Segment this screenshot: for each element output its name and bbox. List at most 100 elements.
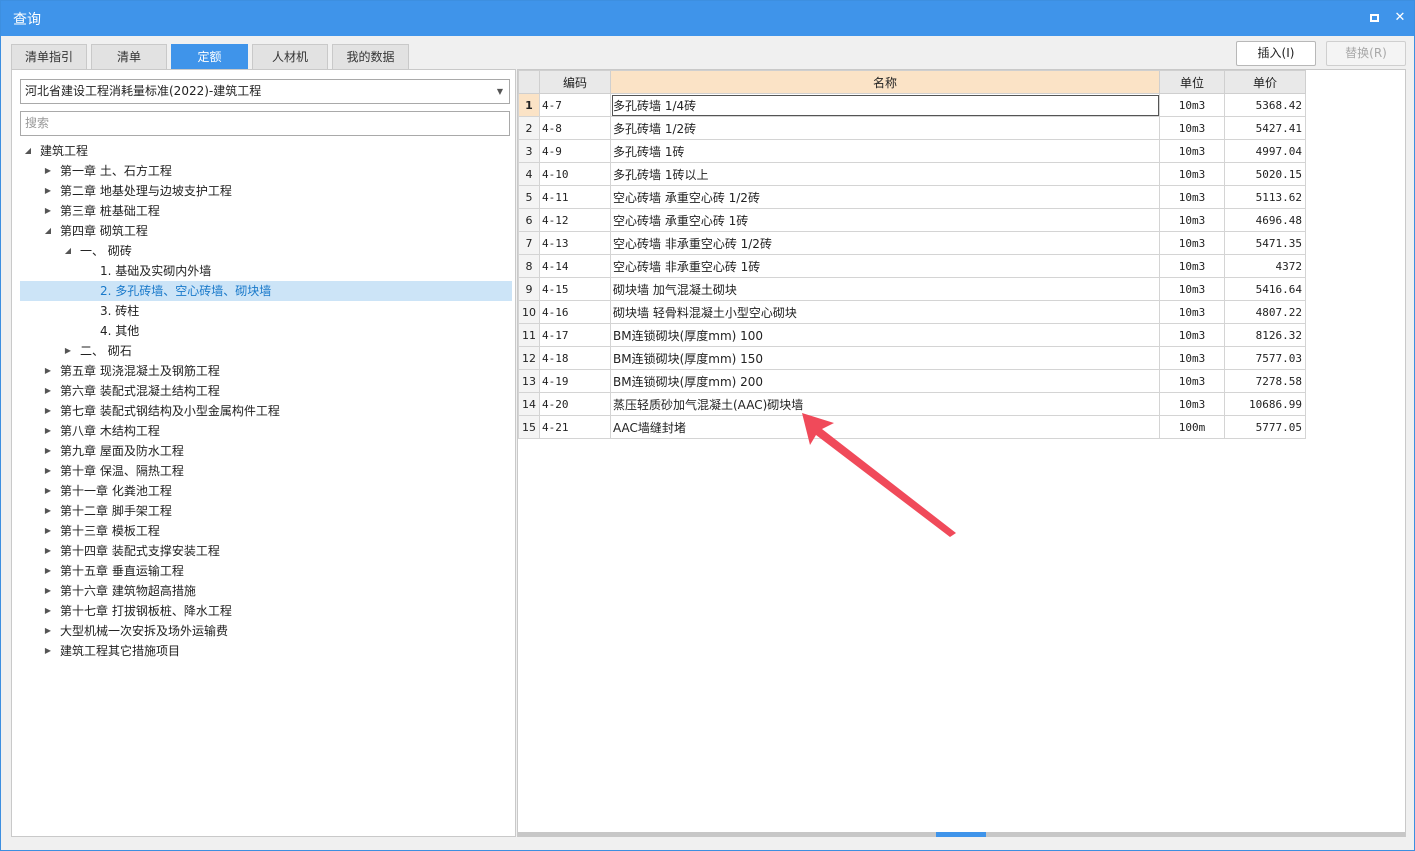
price-cell[interactable]: 4807.22 [1224,300,1306,324]
expand-triangle-icon[interactable]: ◢ [62,241,74,261]
collapse-triangle-icon[interactable]: ▶ [42,381,54,401]
row-number-cell[interactable]: 12 [518,346,540,370]
unit-cell[interactable]: 10m3 [1159,208,1225,232]
price-cell[interactable]: 7278.58 [1224,369,1306,393]
price-cell[interactable]: 5416.64 [1224,277,1306,301]
close-icon[interactable]: ✕ [1391,9,1409,27]
unit-cell[interactable]: 10m3 [1159,323,1225,347]
name-cell[interactable]: 多孔砖墙 1/2砖 [610,116,1160,140]
table-row[interactable]: 10 4-16 砌块墙 轻骨料混凝土小型空心砌块 10m3 4807.22 [518,300,1306,324]
tree-item[interactable]: ▶ 第三章 桩基础工程 [20,201,512,221]
row-number-cell[interactable]: 7 [518,231,540,255]
name-cell[interactable]: BM连锁砌块(厚度mm) 200 [610,369,1160,393]
code-cell[interactable]: 4-17 [539,323,611,347]
table-row[interactable]: 14 4-20 蒸压轻质砂加气混凝土(AAC)砌块墙 10m3 10686.99 [518,392,1306,416]
unit-cell[interactable]: 10m3 [1159,300,1225,324]
name-cell[interactable]: 砌块墙 轻骨料混凝土小型空心砌块 [610,300,1160,324]
tab-bill-guide[interactable]: 清单指引 [11,44,87,69]
code-cell[interactable]: 4-8 [539,116,611,140]
row-number-cell[interactable]: 1 [518,93,540,117]
name-cell[interactable]: 多孔砖墙 1砖 [610,139,1160,163]
tree-item[interactable]: 4. 其他 [20,321,512,341]
unit-cell[interactable]: 10m3 [1159,116,1225,140]
tree-item[interactable]: ◢ 一、 砌砖 [20,241,512,261]
header-name[interactable]: 名称 [610,70,1160,94]
unit-cell[interactable]: 10m3 [1159,139,1225,163]
table-row[interactable]: 8 4-14 空心砖墙 非承重空心砖 1砖 10m3 4372 [518,254,1306,278]
table-row[interactable]: 9 4-15 砌块墙 加气混凝土砌块 10m3 5416.64 [518,277,1306,301]
tree-item[interactable]: ▶ 第八章 木结构工程 [20,421,512,441]
name-cell[interactable]: 多孔砖墙 1砖以上 [610,162,1160,186]
row-number-cell[interactable]: 15 [518,415,540,439]
tree-item[interactable]: ▶ 二、 砌石 [20,341,512,361]
code-cell[interactable]: 4-13 [539,231,611,255]
collapse-triangle-icon[interactable]: ▶ [42,541,54,561]
name-cell[interactable]: 空心砖墙 承重空心砖 1/2砖 [610,185,1160,209]
expand-triangle-icon[interactable]: ◢ [22,141,34,161]
table-row[interactable]: 11 4-17 BM连锁砌块(厚度mm) 100 10m3 8126.32 [518,323,1306,347]
unit-cell[interactable]: 10m3 [1159,346,1225,370]
table-row[interactable]: 15 4-21 AAC墙缝封堵 100m 5777.05 [518,415,1306,439]
row-number-cell[interactable]: 14 [518,392,540,416]
collapse-triangle-icon[interactable]: ▶ [62,341,74,361]
name-cell[interactable]: 空心砖墙 非承重空心砖 1砖 [610,254,1160,278]
unit-cell[interactable]: 10m3 [1159,369,1225,393]
tree-item[interactable]: ▶ 第十六章 建筑物超高措施 [20,581,512,601]
search-input[interactable]: 搜索 [20,111,510,136]
collapse-triangle-icon[interactable]: ▶ [42,581,54,601]
replace-button[interactable]: 替换(R) [1326,41,1406,66]
table-row[interactable]: 12 4-18 BM连锁砌块(厚度mm) 150 10m3 7577.03 [518,346,1306,370]
tree-item[interactable]: ▶ 第五章 现浇混凝土及钢筋工程 [20,361,512,381]
tab-quota[interactable]: 定额 [171,44,248,69]
collapse-triangle-icon[interactable]: ▶ [42,201,54,221]
tree-item[interactable]: ▶ 第十章 保温、隔热工程 [20,461,512,481]
tab-my-data[interactable]: 我的数据 [332,44,409,69]
price-cell[interactable]: 5020.15 [1224,162,1306,186]
tree-item[interactable]: ▶ 第十二章 脚手架工程 [20,501,512,521]
table-row[interactable]: 2 4-8 多孔砖墙 1/2砖 10m3 5427.41 [518,116,1306,140]
tree-item[interactable]: 3. 砖柱 [20,301,512,321]
tree-item[interactable]: ◢ 第四章 砌筑工程 [20,221,512,241]
code-cell[interactable]: 4-19 [539,369,611,393]
code-cell[interactable]: 4-15 [539,277,611,301]
tree-item[interactable]: 1. 基础及实砌内外墙 [20,261,512,281]
row-number-cell[interactable]: 9 [518,277,540,301]
tree-item[interactable]: ▶ 第二章 地基处理与边坡支护工程 [20,181,512,201]
price-cell[interactable]: 4696.48 [1224,208,1306,232]
code-cell[interactable]: 4-10 [539,162,611,186]
name-cell[interactable]: BM连锁砌块(厚度mm) 100 [610,323,1160,347]
table-row[interactable]: 7 4-13 空心砖墙 非承重空心砖 1/2砖 10m3 5471.35 [518,231,1306,255]
unit-cell[interactable]: 10m3 [1159,392,1225,416]
tab-materials[interactable]: 人材机 [252,44,328,69]
tree-item[interactable]: 2. 多孔砖墙、空心砖墙、砌块墙 [20,281,512,301]
code-cell[interactable]: 4-11 [539,185,611,209]
collapse-triangle-icon[interactable]: ▶ [42,441,54,461]
scrollbar-thumb[interactable] [936,832,986,837]
tree-item[interactable]: ▶ 第七章 装配式钢结构及小型金属构件工程 [20,401,512,421]
maximize-icon[interactable] [1366,9,1384,27]
insert-button[interactable]: 插入(I) [1236,41,1316,66]
unit-cell[interactable]: 10m3 [1159,185,1225,209]
table-row[interactable]: 5 4-11 空心砖墙 承重空心砖 1/2砖 10m3 5113.62 [518,185,1306,209]
price-cell[interactable]: 7577.03 [1224,346,1306,370]
library-select[interactable]: 河北省建设工程消耗量标准(2022)-建筑工程 ▼ [20,79,510,104]
price-cell[interactable]: 5427.41 [1224,116,1306,140]
unit-cell[interactable]: 10m3 [1159,277,1225,301]
row-number-cell[interactable]: 3 [518,139,540,163]
header-unit[interactable]: 单位 [1159,70,1225,94]
collapse-triangle-icon[interactable]: ▶ [42,161,54,181]
price-cell[interactable]: 4372 [1224,254,1306,278]
horizontal-scrollbar[interactable] [518,832,1405,837]
code-cell[interactable]: 4-14 [539,254,611,278]
row-number-cell[interactable]: 2 [518,116,540,140]
tree-item[interactable]: ▶ 第十一章 化粪池工程 [20,481,512,501]
header-code[interactable]: 编码 [539,70,611,94]
name-cell[interactable]: 多孔砖墙 1/4砖 [610,93,1160,117]
tree-item[interactable]: ▶ 第十五章 垂直运输工程 [20,561,512,581]
name-cell[interactable]: BM连锁砌块(厚度mm) 150 [610,346,1160,370]
expand-triangle-icon[interactable]: ◢ [42,221,54,241]
table-row[interactable]: 6 4-12 空心砖墙 承重空心砖 1砖 10m3 4696.48 [518,208,1306,232]
unit-cell[interactable]: 10m3 [1159,93,1225,117]
row-number-cell[interactable]: 13 [518,369,540,393]
price-cell[interactable]: 5113.62 [1224,185,1306,209]
